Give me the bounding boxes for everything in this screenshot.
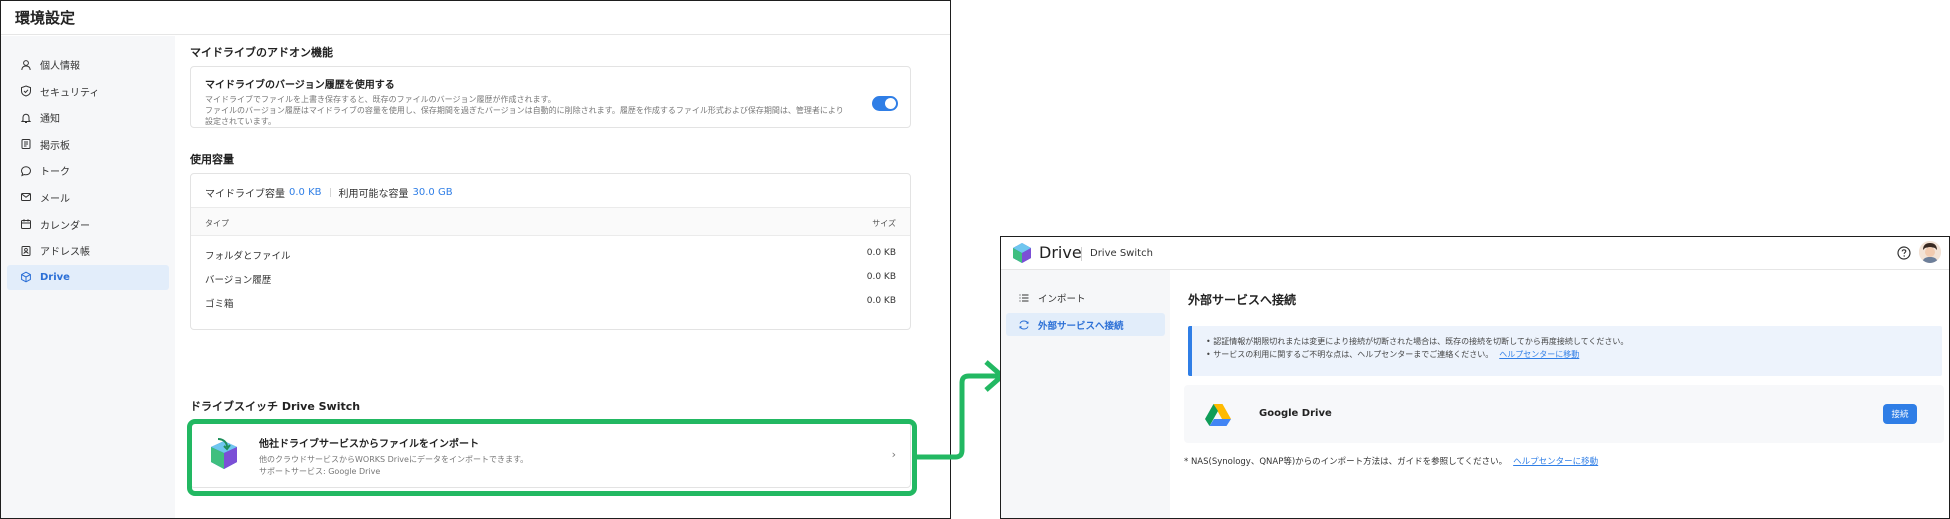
mydrive-capacity-label: マイドライブ容量	[205, 189, 285, 200]
capacity-summary: マイドライブ容量 0.0 KB 利用可能な容量 30.0 GB	[205, 185, 453, 200]
page-title: 環境設定	[15, 9, 76, 27]
user-avatar[interactable]	[1919, 241, 1941, 263]
row-type: ゴミ箱	[205, 299, 234, 310]
sidebar-item-label: アドレス帳	[40, 247, 90, 259]
header-divider	[1081, 247, 1082, 261]
drive-switch-section-title: ドライブスイッチ Drive Switch	[190, 400, 361, 413]
shield-icon	[20, 85, 32, 97]
version-history-description: マイドライブでファイルを上書き保存すると、既存のファイルのバージョン履歴が作成さ…	[205, 94, 845, 127]
flow-arrow-icon	[915, 360, 1006, 460]
row-size: 0.0 KB	[866, 248, 896, 258]
connect-button[interactable]: 接続	[1883, 404, 1917, 424]
sidebar-item-drive[interactable]: Drive	[7, 264, 169, 290]
sidebar-item-calendar[interactable]: カレンダー	[7, 212, 169, 237]
sidebar-item-notification[interactable]: 通知	[7, 105, 169, 130]
version-desc-line-1: マイドライブでファイルを上書き保存すると、既存のファイルのバージョン履歴が作成さ…	[205, 95, 556, 104]
drive-switch-header: Drive Drive Switch	[1001, 237, 1949, 270]
column-header-size: サイズ	[872, 219, 896, 228]
app-brand: Drive	[1039, 243, 1082, 262]
address-book-icon	[20, 245, 32, 257]
drive-logo-icon	[1013, 243, 1031, 263]
version-history-card: マイドライブのバージョン履歴を使用する マイドライブでファイルを上書き保存すると…	[190, 66, 911, 128]
sidebar-item-label: 掲示板	[40, 140, 70, 152]
info-line-1: • 認証情報が期限切れまたは変更により接続が切断された場合は、既存の接続を切断し…	[1206, 337, 1629, 346]
drive-switch-window: Drive Drive Switch インポート 外部サービスへ接続 外部サービ…	[1000, 236, 1950, 519]
version-history-toggle[interactable]	[872, 96, 898, 111]
chat-icon	[20, 165, 32, 177]
row-type: バージョン履歴	[205, 275, 272, 286]
nas-guide-note: * NAS(Synology、QNAP等)からのインポート方法は、ガイドを参照し…	[1184, 455, 1598, 467]
sidebar-item-label: メール	[40, 193, 70, 205]
info-line-2-text: • サービスの利用に関するご不明な点は、ヘルプセンターまでご連絡ください。	[1206, 350, 1494, 359]
list-icon	[1018, 292, 1030, 304]
sidebar-item-address-book[interactable]: アドレス帳	[7, 238, 169, 263]
row-type: フォルダとファイル	[205, 251, 291, 262]
person-icon	[20, 59, 32, 71]
sidebar-item-label: インポート	[1038, 293, 1086, 305]
version-desc-line-2: ファイルのバージョン履歴はマイドライブの容量を使用し、保存期間を過ぎたバージョン…	[205, 106, 844, 126]
sidebar-item-label: 外部サービスへ接続	[1038, 320, 1124, 332]
settings-window: 環境設定 個人情報 セキュリティ 通知 掲示板 トーク メール カレンダー アド…	[0, 0, 951, 519]
sidebar-item-label: 通知	[40, 114, 60, 126]
settings-sidebar: 個人情報 セキュリティ 通知 掲示板 トーク メール カレンダー アドレス帳 D…	[1, 36, 175, 518]
nas-note-text: * NAS(Synology、QNAP等)からのインポート方法は、ガイドを参照し…	[1184, 457, 1508, 467]
sidebar-item-label: カレンダー	[40, 220, 90, 232]
sidebar-item-personal-info[interactable]: 個人情報	[7, 52, 169, 77]
app-subtitle: Drive Switch	[1090, 248, 1153, 259]
composite-stage: 環境設定 個人情報 セキュリティ 通知 掲示板 トーク メール カレンダー アド…	[0, 0, 1950, 519]
highlight-frame	[187, 419, 917, 496]
drive-switch-sidebar: インポート 外部サービスへ接続	[1001, 270, 1170, 518]
connect-heading: 外部サービスへ接続	[1188, 293, 1297, 307]
calendar-icon	[20, 218, 32, 230]
google-drive-icon	[1205, 404, 1231, 426]
available-capacity-label: 利用可能な容量	[338, 189, 409, 200]
capacity-divider	[329, 188, 331, 197]
table-row: バージョン履歴 0.0 KB	[191, 265, 910, 289]
info-line-2: • サービスの利用に関するご不明な点は、ヘルプセンターまでご連絡ください。 ヘルプ…	[1206, 348, 1942, 361]
bell-icon	[20, 112, 32, 124]
help-icon[interactable]	[1897, 246, 1911, 260]
help-center-link[interactable]: ヘルプセンターに移動	[1499, 350, 1579, 359]
row-size: 0.0 KB	[866, 296, 896, 306]
avatar-face-icon	[1919, 241, 1941, 263]
mail-icon	[20, 191, 32, 203]
version-history-title: マイドライブのバージョン履歴を使用する	[205, 80, 395, 91]
sidebar-item-label: セキュリティ	[40, 87, 100, 99]
drive-switch-main: 外部サービスへ接続 • 認証情報が期限切れまたは変更により接続が切断された場合は…	[1170, 270, 1949, 518]
mydrive-capacity-value: 0.0 KB	[289, 187, 322, 198]
available-capacity-value: 30.0 GB	[412, 187, 453, 198]
sidebar-item-board[interactable]: 掲示板	[7, 132, 169, 157]
table-row: フォルダとファイル 0.0 KB	[191, 241, 910, 265]
addon-section-title: マイドライブのアドオン機能	[190, 46, 333, 59]
usage-card: マイドライブ容量 0.0 KB 利用可能な容量 30.0 GB タイプ サイズ …	[190, 173, 911, 330]
sidebar-item-connect-external[interactable]: 外部サービスへ接続	[1006, 313, 1165, 336]
sync-icon	[1018, 319, 1030, 331]
sidebar-item-security[interactable]: セキュリティ	[7, 79, 169, 104]
sidebar-item-import[interactable]: インポート	[1006, 286, 1165, 309]
board-icon	[20, 138, 32, 150]
table-row: ゴミ箱 0.0 KB	[191, 289, 910, 313]
service-name: Google Drive	[1259, 408, 1332, 419]
settings-header: 環境設定	[1, 1, 950, 35]
nas-help-center-link[interactable]: ヘルプセンターに移動	[1513, 457, 1598, 467]
column-header-type: タイプ	[205, 219, 229, 228]
google-drive-service-card: Google Drive 接続	[1184, 385, 1944, 443]
drive-cube-icon	[20, 271, 32, 283]
sidebar-item-label: Drive	[40, 271, 70, 283]
sidebar-item-label: 個人情報	[40, 61, 80, 72]
sidebar-item-talk[interactable]: トーク	[7, 158, 169, 183]
sidebar-item-mail[interactable]: メール	[7, 185, 169, 210]
sidebar-item-label: トーク	[40, 167, 70, 179]
usage-table-header: タイプ サイズ	[191, 207, 910, 236]
usage-section-title: 使用容量	[190, 153, 234, 166]
info-notice: • 認証情報が期限切れまたは変更により接続が切断された場合は、既存の接続を切断し…	[1188, 326, 1942, 376]
row-size: 0.0 KB	[866, 272, 896, 282]
